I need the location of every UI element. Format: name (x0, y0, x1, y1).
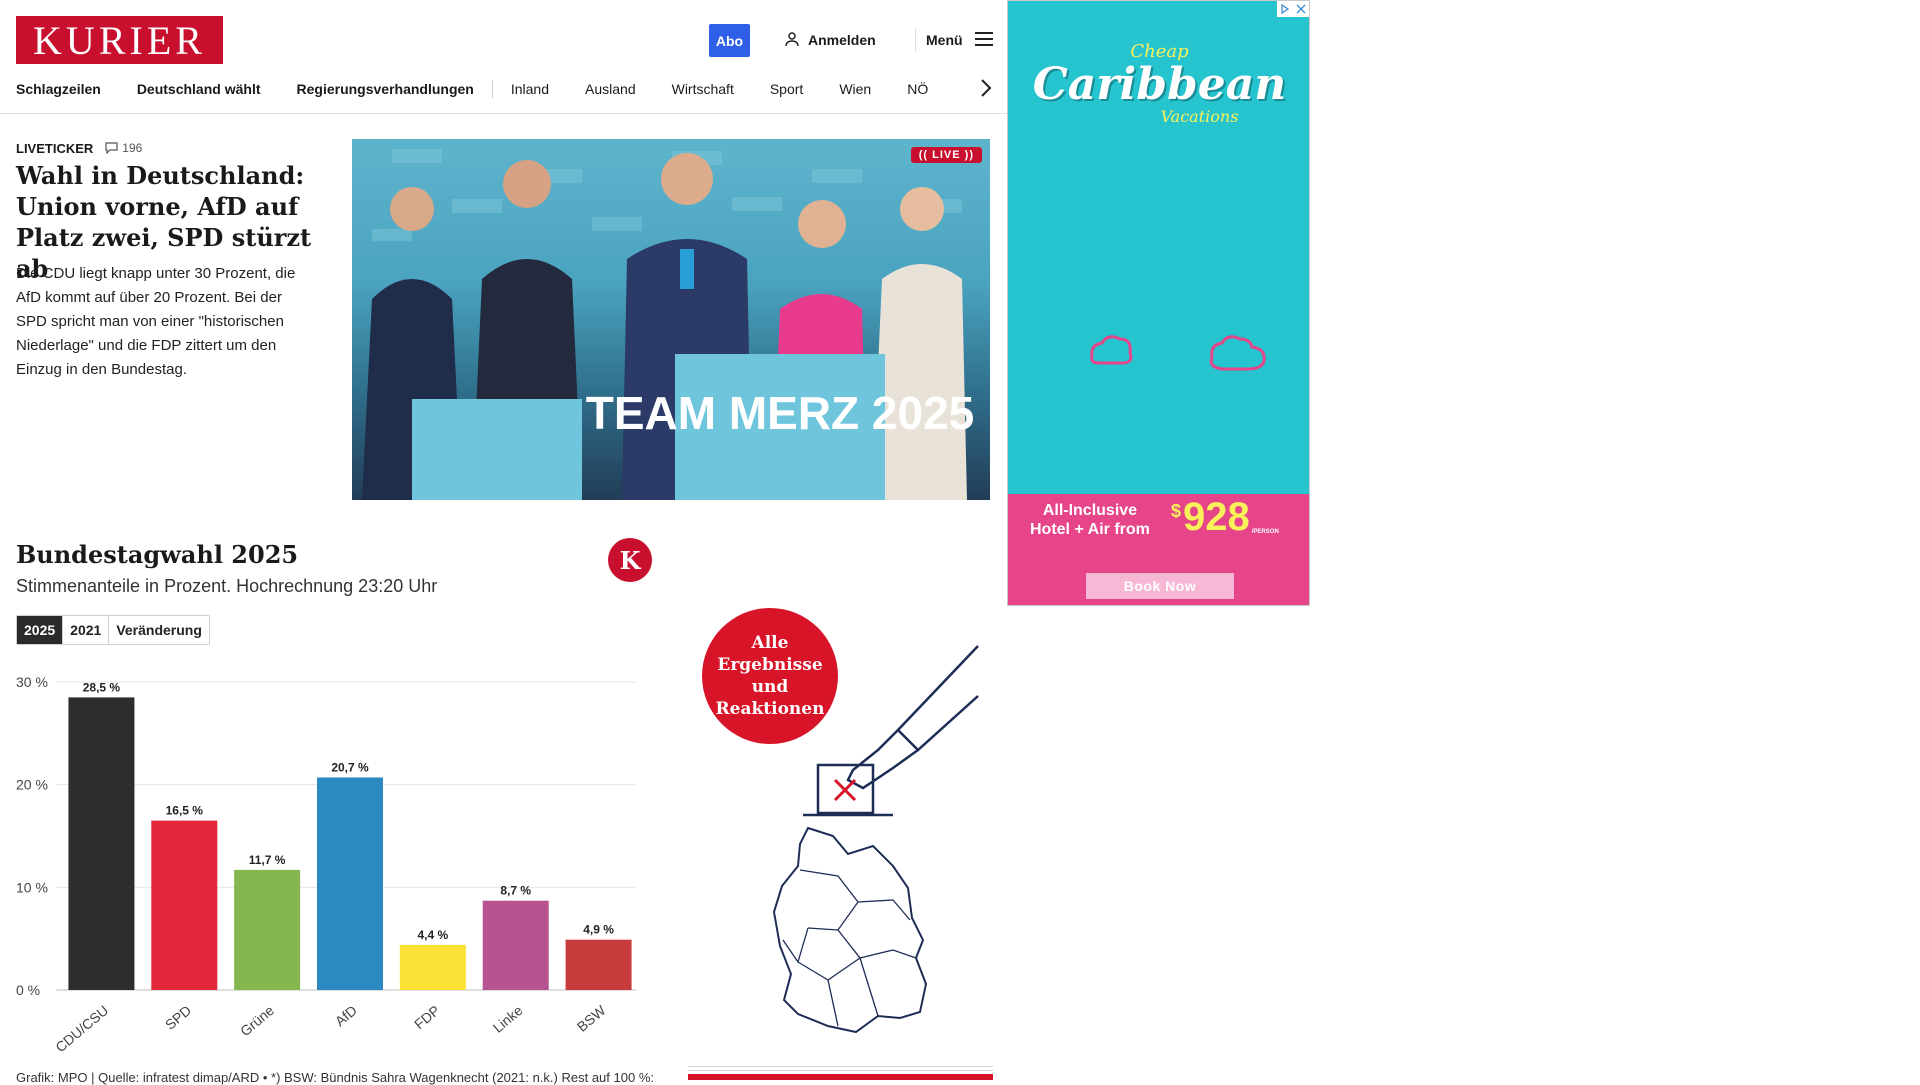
login-label: Anmelden (808, 32, 876, 48)
bar-value-label: 4,4 % (418, 928, 449, 942)
chart-footnote: Grafik: MPO | Quelle: infratest dimap/AR… (16, 1070, 656, 1085)
ad-headline-bottom: Vacations (1160, 107, 1239, 126)
nav-item-ausland[interactable]: Ausland (585, 81, 636, 97)
team-merz-sign-text: TEAM MERZ 2025 (586, 387, 975, 439)
nav-item-schlagzeilen[interactable]: Schlagzeilen (16, 81, 101, 97)
bar-value-label: 28,5 % (83, 680, 121, 694)
x-tick-label: CDU/CSU (52, 1002, 111, 1055)
election-bar-chart: 0 % 10 % 20 % 30 % 28,5 % CDU/CSU 16,5 % SPD 11,… (16, 674, 636, 1055)
menu-label: Menü (926, 32, 963, 48)
tab-2021[interactable]: 2021 (63, 616, 110, 644)
y-tick-label: 30 % (16, 674, 48, 690)
bar-value-label: 11,7 % (249, 853, 286, 867)
y-tick-label: 10 % (16, 879, 48, 895)
x-tick-label: BSW (574, 1002, 609, 1035)
comment-count: 196 (122, 141, 143, 155)
y-tick-label: 20 % (16, 777, 48, 793)
bar-spd (151, 820, 218, 990)
bar-value-label: 20,7 % (331, 760, 369, 774)
tab-2025[interactable]: 2025 (17, 616, 64, 644)
bar-linke (482, 900, 549, 990)
ad-offer-text: All-Inclusive Hotel + Air from (1030, 502, 1150, 538)
results-promo-label: Alle Ergebnisse und Reaktionen (715, 633, 825, 719)
chart-tabs: 2025 2021 Veränderung (16, 615, 210, 645)
article-teaser[interactable]: Die CDU liegt knapp unter 30 Prozent, di… (16, 262, 316, 382)
ad-controls (1277, 1, 1309, 17)
bar-value-label: 8,7 % (500, 884, 531, 898)
x-tick-label: AfD (332, 1002, 360, 1029)
bar-value-label: 4,9 % (583, 923, 614, 937)
nav-item-regierungsverhandlungen[interactable]: Regierungsverhandlungen (297, 81, 474, 97)
ad-info-icon[interactable] (1277, 1, 1293, 17)
election-night-photo: TEAM MERZ 2025 (362, 149, 975, 500)
y-tick-label: 0 % (16, 982, 40, 998)
comments-link[interactable]: 196 (105, 141, 142, 155)
header-divider-line (0, 113, 1008, 114)
bar-gr-ne (234, 869, 301, 990)
bar-cdu-csu (68, 697, 135, 990)
x-tick-label: Grüne (237, 1002, 277, 1039)
tab-veraenderung[interactable]: Veränderung (109, 616, 209, 644)
article-hero-image[interactable]: TEAM MERZ 2025 (( LIVE )) (352, 139, 990, 500)
ad-price: $928/PERSON (1171, 495, 1279, 539)
hamburger-icon (974, 31, 993, 49)
bar-value-label: 16,5 % (166, 804, 204, 818)
x-tick-label: Linke (490, 1002, 526, 1036)
header-divider (915, 28, 916, 52)
x-tick-label: SPD (162, 1002, 194, 1033)
kurier-k-logo: K (608, 538, 652, 582)
login-button[interactable]: Anmelden (784, 28, 876, 52)
ad-headline: Caribbean (1032, 59, 1287, 110)
cloud-icons (1090, 335, 1266, 371)
chart-subtitle: Stimmenanteile in Prozent. Hochrechnung … (16, 576, 438, 596)
results-promo-button[interactable]: Alle Ergebnisse und Reaktionen (702, 608, 838, 744)
ad-book-now-button[interactable]: Book Now (1086, 573, 1234, 599)
chevron-right-icon (981, 79, 992, 97)
main-nav: Schlagzeilen Deutschland wählt Regierung… (16, 78, 996, 100)
nav-item-sport[interactable]: Sport (770, 81, 803, 97)
nav-item-inland[interactable]: Inland (511, 81, 549, 97)
menu-button[interactable]: Menü (926, 28, 993, 52)
kurier-logo[interactable]: KURIER (16, 16, 223, 64)
nav-item-deutschland-waehlt[interactable]: Deutschland wählt (137, 81, 261, 97)
nav-item-noe[interactable]: NÖ (907, 81, 928, 97)
x-tick-label: FDP (411, 1002, 443, 1032)
article-kicker: LIVETICKER 196 (16, 140, 142, 156)
user-icon (784, 31, 800, 50)
nav-item-wien[interactable]: Wien (839, 81, 871, 97)
nav-divider (491, 80, 493, 98)
nav-scroll-right-button[interactable] (976, 76, 996, 100)
bar-afd (317, 777, 383, 990)
live-badge: (( LIVE )) (910, 147, 982, 163)
ad-close-icon[interactable] (1293, 1, 1309, 17)
chart-title: Bundestagwahl 2025 (16, 540, 299, 569)
abo-button[interactable]: Abo (709, 24, 750, 57)
bar-fdp (399, 944, 466, 990)
nav-item-wirtschaft[interactable]: Wirtschaft (672, 81, 734, 97)
liveticker-label: LIVETICKER (16, 140, 94, 156)
advertisement[interactable]: Cheap Caribbean Vacations All-Inclusive … (1007, 0, 1310, 606)
bar-bsw (565, 939, 632, 990)
comment-icon (105, 142, 118, 154)
